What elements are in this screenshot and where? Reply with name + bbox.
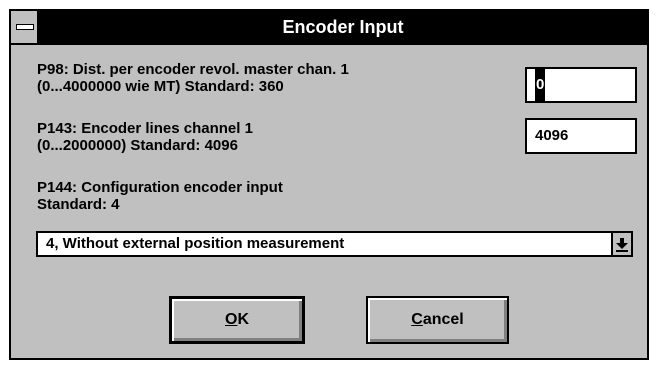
- ok-button-label: OK: [172, 299, 302, 341]
- title-bar[interactable]: Encoder Input: [11, 11, 647, 45]
- window-title: Encoder Input: [282, 17, 404, 37]
- cancel-mnemonic: C: [411, 311, 423, 328]
- configuration-selected-value: 4, Without external position measurement: [46, 235, 345, 252]
- cancel-button-label: Cancel: [368, 298, 507, 342]
- p144-label-line2: Standard: 4: [37, 196, 120, 213]
- p98-label-line2: (0...4000000 wie MT) Standard: 360: [37, 78, 284, 95]
- system-menu-icon: [16, 24, 34, 30]
- cancel-rest: ancel: [422, 311, 464, 328]
- chevron-down-icon: [616, 238, 628, 252]
- ok-button[interactable]: OK: [169, 296, 305, 344]
- configuration-dropdown[interactable]: 4, Without external position measurement: [36, 231, 633, 257]
- encoder-input-dialog: Encoder Input P98: Dist. per encoder rev…: [9, 9, 649, 360]
- ok-rest: K: [237, 311, 249, 328]
- p143-label-line2: (0...2000000) Standard: 4096: [37, 137, 238, 154]
- cancel-button[interactable]: Cancel: [366, 296, 509, 344]
- system-menu-button[interactable]: [11, 11, 39, 43]
- p143-label-line1: P143: Encoder lines channel 1: [37, 120, 253, 137]
- p143-value-text: 4096: [535, 127, 569, 144]
- p98-value-field[interactable]: 0: [525, 67, 637, 103]
- p98-value-text: 0: [535, 69, 546, 101]
- dropdown-button[interactable]: [611, 233, 631, 255]
- p143-value-field[interactable]: 4096: [525, 118, 637, 154]
- p98-label-line1: P98: Dist. per encoder revol. master cha…: [37, 61, 349, 78]
- p144-label-line1: P144: Configuration encoder input: [37, 179, 283, 196]
- ok-mnemonic: O: [224, 311, 238, 328]
